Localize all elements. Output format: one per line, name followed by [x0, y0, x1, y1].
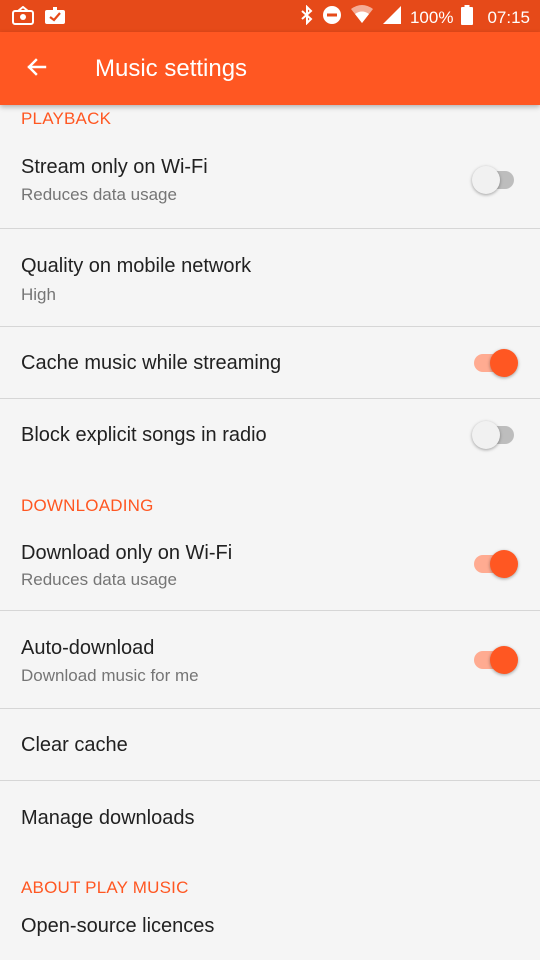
setting-licences[interactable]: Open-source licences — [0, 891, 540, 951]
toggle-thumb — [490, 646, 518, 674]
setting-title: Manage downloads — [21, 807, 195, 829]
app-toolbar: Music settings — [0, 32, 540, 105]
section-header-downloading: DOWNLOADING — [21, 496, 154, 515]
setting-cache[interactable]: Cache music while streaming — [0, 327, 540, 399]
setting-clear-cache[interactable]: Clear cache — [0, 709, 540, 781]
toggle-thumb — [490, 349, 518, 377]
arrow-back-icon — [25, 55, 49, 84]
setting-subtitle: High — [21, 285, 56, 304]
page-title: Music settings — [95, 55, 248, 82]
setting-subtitle: Reduces data usage — [21, 570, 177, 589]
notification-app-icon — [12, 5, 34, 31]
cache-toggle[interactable] — [474, 349, 518, 377]
setting-title: Clear cache — [21, 734, 128, 756]
bluetooth-icon — [300, 4, 314, 30]
do-not-disturb-icon — [322, 5, 342, 30]
section-header-about: ABOUT PLAY MUSIC — [21, 878, 189, 897]
wifi-icon — [350, 5, 374, 30]
setting-title: Cache music while streaming — [21, 352, 282, 374]
clock: 07:15 — [487, 7, 530, 27]
setting-download-wifi[interactable]: Download only on Wi-Fi Reduces data usag… — [0, 513, 540, 611]
section-header-playback: PLAYBACK — [21, 109, 112, 128]
status-bar: 100% 07:15 — [0, 0, 540, 32]
setting-quality[interactable]: Quality on mobile network High — [0, 229, 540, 327]
back-button[interactable] — [16, 48, 58, 90]
setting-stream-wifi[interactable]: Stream only on Wi-Fi Reduces data usage — [0, 152, 540, 229]
auto-download-toggle[interactable] — [474, 646, 518, 674]
setting-auto-download[interactable]: Auto-download Download music for me — [0, 611, 540, 709]
toggle-thumb — [472, 421, 500, 449]
signal-icon — [382, 5, 402, 30]
notification-download-icon — [44, 6, 66, 31]
battery-text: 100% — [409, 7, 454, 27]
stream-wifi-toggle[interactable] — [472, 166, 514, 194]
setting-subtitle: Download music for me — [21, 666, 199, 685]
toggle-thumb — [490, 550, 518, 578]
setting-title: Stream only on Wi-Fi — [21, 156, 208, 178]
setting-subtitle: Reduces data usage — [21, 185, 177, 204]
setting-title: Quality on mobile network — [21, 255, 252, 277]
setting-title: Auto-download — [21, 637, 155, 659]
download-wifi-toggle[interactable] — [474, 550, 518, 578]
setting-title: Download only on Wi-Fi — [21, 542, 233, 564]
toggle-thumb — [472, 166, 500, 194]
setting-block-explicit[interactable]: Block explicit songs in radio — [0, 399, 540, 471]
settings-list: PLAYBACK Stream only on Wi-Fi Reduces da… — [0, 105, 540, 951]
setting-manage-downloads[interactable]: Manage downloads — [0, 781, 540, 853]
block-explicit-toggle[interactable] — [472, 421, 514, 449]
setting-title: Open-source licences — [21, 915, 215, 937]
setting-title: Block explicit songs in radio — [21, 424, 267, 446]
battery-icon — [461, 5, 474, 30]
